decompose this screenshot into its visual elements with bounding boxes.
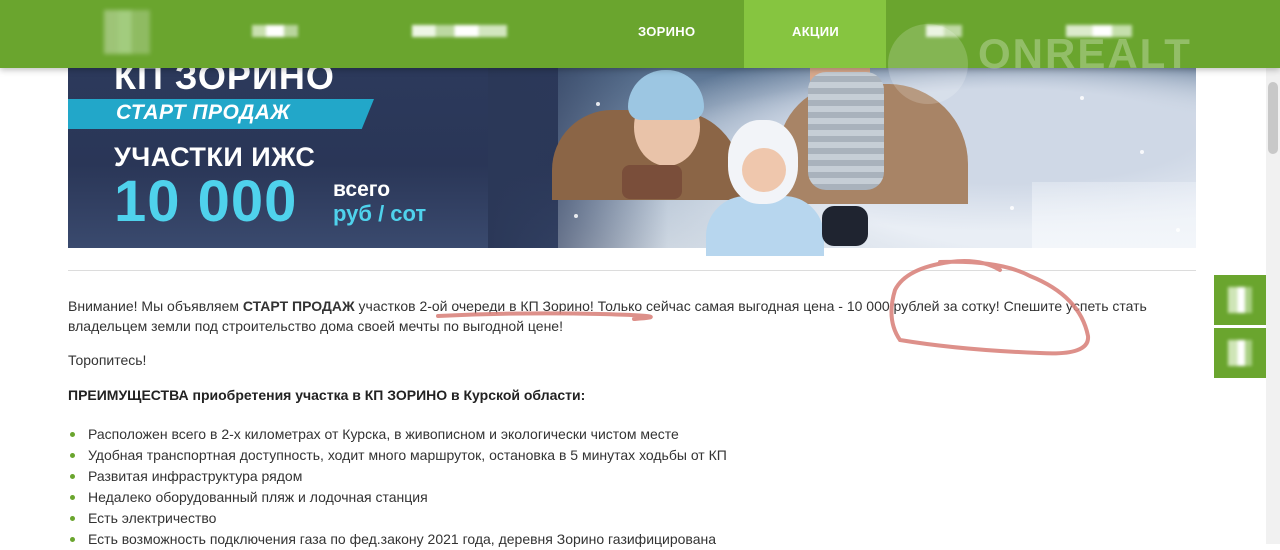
hurry-text: Торопитесь! — [68, 352, 147, 368]
banner-price-unit: руб / сот — [333, 201, 427, 226]
announcement-bold: СТАРТ ПРОДАЖ — [242, 298, 355, 314]
man-scarf — [808, 72, 884, 190]
nav-item-akcii[interactable]: АКЦИИ — [792, 24, 839, 39]
list-item: Есть электричество — [68, 508, 727, 529]
advantages-heading: ПРЕИМУЩЕСТВА приобретения участка в КП З… — [68, 387, 586, 403]
list-item: Удобная транспортная доступность, ходит … — [68, 445, 727, 466]
nav-item-blurred-4[interactable] — [1066, 25, 1132, 37]
scrollbar-thumb[interactable] — [1268, 82, 1278, 154]
snowflake — [1176, 228, 1180, 232]
banner-price: 10 000 — [114, 169, 298, 234]
site-logo[interactable] — [104, 10, 150, 54]
snowflake — [1010, 206, 1014, 210]
announcement-pre: Внимание! Мы объявляем — [68, 298, 243, 314]
content-divider — [68, 270, 1196, 271]
snowflake — [596, 102, 600, 106]
watermark-logo-icon — [888, 24, 968, 104]
snowflake — [574, 214, 578, 218]
contact-icon — [1228, 287, 1252, 313]
nav-item-blurred-2[interactable] — [412, 25, 507, 37]
phone-icon — [1228, 340, 1252, 366]
announcement-text: Внимание! Мы объявляем СТАРТ ПРОДАЖ учас… — [68, 296, 1196, 336]
woman-scarf — [622, 165, 682, 199]
list-item: Развитая инфраструктура рядом — [68, 466, 727, 487]
list-item: Недалеко оборудованный пляж и лодочная с… — [68, 487, 727, 508]
list-item: Расположен всего в 2-х километрах от Кур… — [68, 424, 727, 445]
banner-ribbon-text: СТАРТ ПРОДАЖ — [116, 101, 291, 124]
watermark-text: ONREALT — [978, 30, 1192, 77]
top-navigation: ЗОРИНО АКЦИИ ONREALT — [0, 0, 1280, 104]
nav-item-zorino[interactable]: ЗОРИНО — [638, 24, 695, 39]
man-glove — [822, 206, 868, 246]
banner-price-prefix: всего — [333, 178, 391, 201]
child-figure — [706, 196, 824, 256]
advantages-list: Расположен всего в 2-х километрах от Кур… — [68, 424, 727, 550]
child-face — [742, 148, 786, 192]
floating-callback-button[interactable] — [1214, 328, 1266, 378]
snowflake — [1080, 96, 1084, 100]
nav-item-blurred-1[interactable] — [252, 25, 298, 37]
list-item: Есть возможность подключения газа по фед… — [68, 529, 727, 550]
floating-contact-button[interactable] — [1214, 275, 1266, 325]
snowflake — [1140, 150, 1144, 154]
snow-ground — [1032, 182, 1196, 248]
